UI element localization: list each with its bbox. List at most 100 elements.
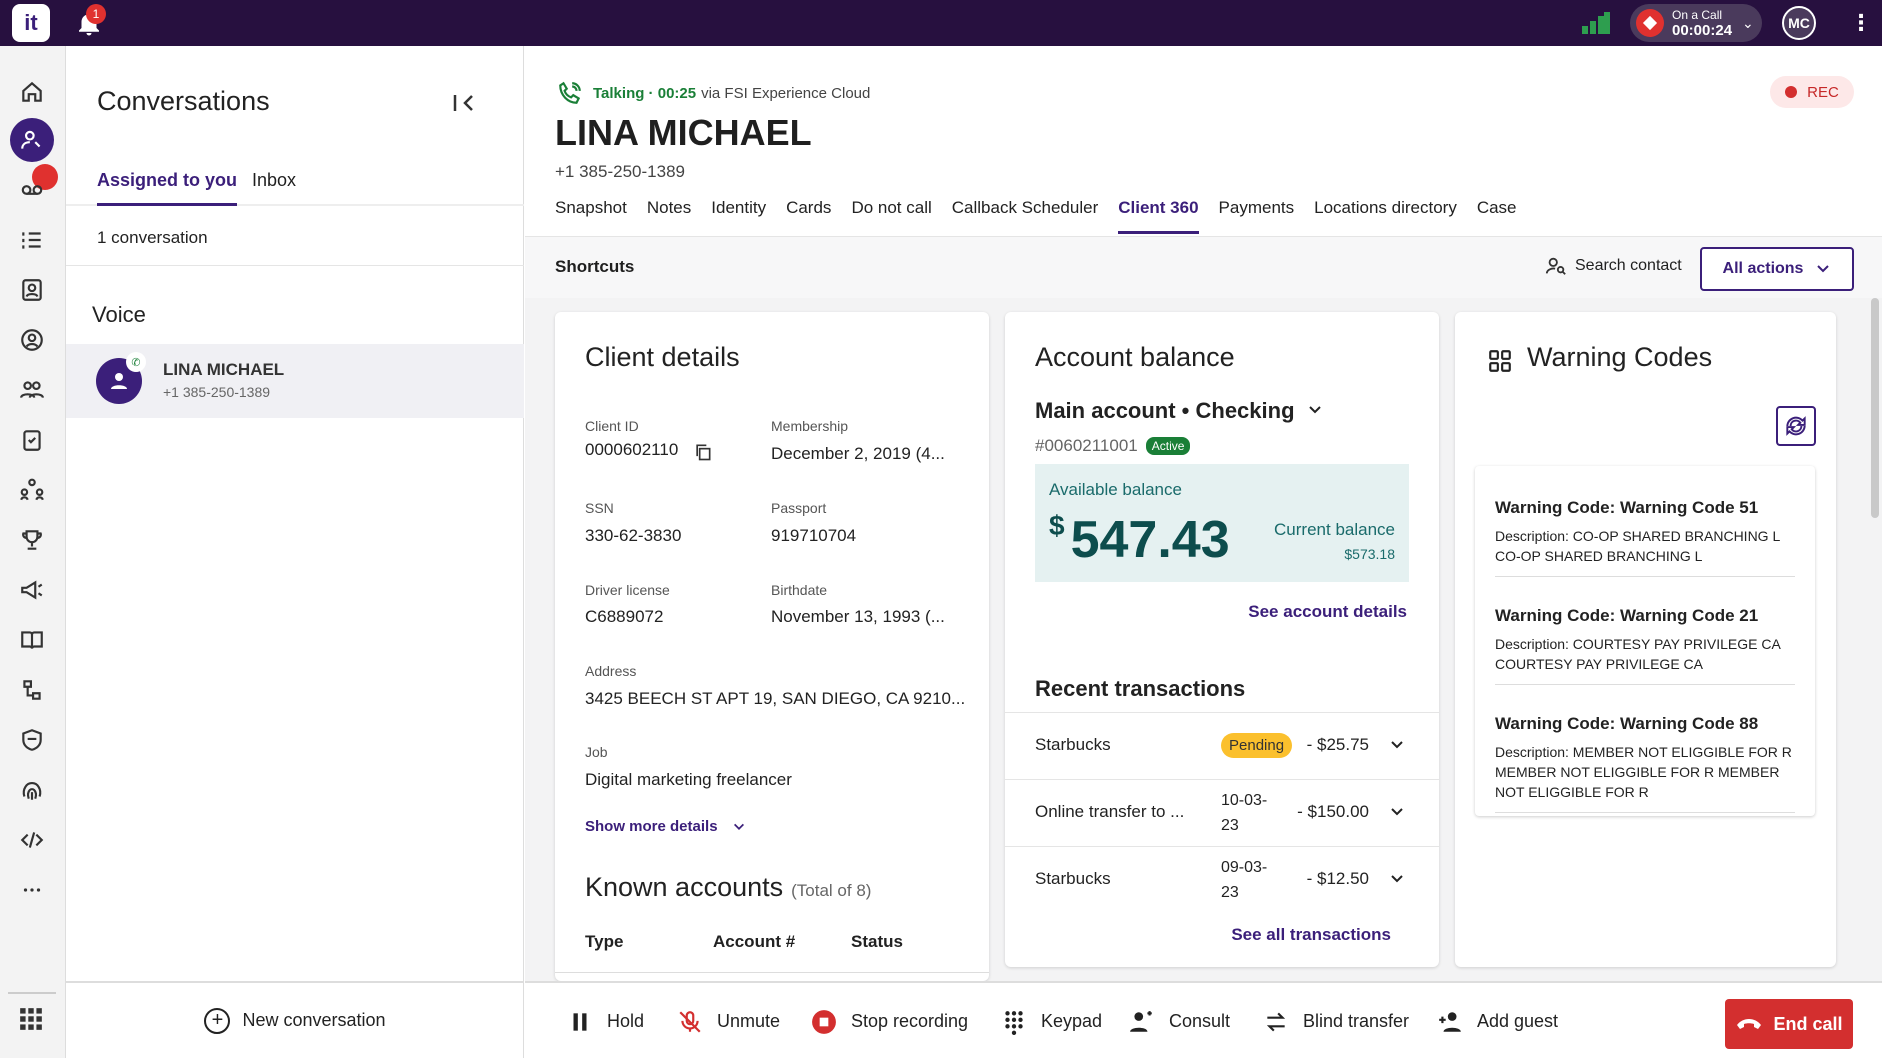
transaction-date: 10-03-23 — [1221, 792, 1268, 834]
chevron-down-icon[interactable] — [1389, 804, 1405, 820]
apps-grid-icon[interactable] — [18, 1006, 44, 1032]
home-icon[interactable] — [10, 70, 54, 114]
tab-identity[interactable]: Identity — [711, 198, 766, 234]
current-balance-value: $573.18 — [1344, 546, 1395, 562]
more-horizontal-icon[interactable] — [10, 868, 54, 912]
notification-badge: 1 — [86, 4, 106, 24]
call-status: Talking · 00:25 via FSI Experience Cloud — [557, 80, 870, 106]
chevron-down-icon — [1308, 406, 1321, 414]
tab-snapshot[interactable]: Snapshot — [555, 198, 627, 234]
workflow-icon[interactable] — [10, 668, 54, 712]
search-contact-button[interactable]: Search contact — [1545, 255, 1682, 277]
collapse-panel-icon[interactable] — [452, 92, 478, 114]
refresh-button[interactable] — [1776, 406, 1816, 446]
org-chart-icon[interactable] — [10, 468, 54, 512]
transaction-amount: - $150.00 — [1297, 802, 1369, 821]
user-avatar[interactable]: MC — [1782, 6, 1816, 40]
tab-payments[interactable]: Payments — [1219, 198, 1295, 234]
microphone-off-icon — [679, 1010, 701, 1033]
tab-do-not-call[interactable]: Do not call — [851, 198, 931, 234]
transaction-row[interactable]: Starbucks 09-03-23 - $12.50 — [1005, 846, 1439, 913]
tab-inbox[interactable]: Inbox — [252, 170, 296, 206]
blind-transfer-button[interactable]: Blind transfer — [1263, 983, 1409, 1058]
see-all-transactions-link[interactable]: See all transactions — [1231, 925, 1391, 945]
more-menu-icon[interactable]: ⋮ — [1850, 6, 1872, 40]
consult-button[interactable]: Consult — [1129, 983, 1230, 1058]
rec-label: REC — [1807, 83, 1839, 101]
transaction-row[interactable]: Starbucks Pending - $25.75 — [1005, 712, 1439, 779]
unmute-button[interactable]: Unmute — [677, 983, 780, 1058]
tab-assigned-to-you[interactable]: Assigned to you — [97, 170, 238, 206]
tab-callback-scheduler[interactable]: Callback Scheduler — [952, 198, 1098, 234]
team-icon[interactable] — [10, 368, 54, 412]
all-actions-button[interactable]: All actions — [1700, 247, 1854, 291]
contact-name: LINA MICHAEL — [555, 112, 812, 153]
consult-icon — [1130, 1010, 1152, 1032]
megaphone-icon[interactable] — [10, 568, 54, 612]
tab-client-360[interactable]: Client 360 — [1118, 198, 1199, 234]
recording-badge: REC — [1770, 76, 1854, 108]
trophy-icon[interactable] — [10, 518, 54, 562]
membership-value: December 2, 2019 (4... — [771, 444, 945, 463]
chevron-down-icon[interactable] — [1389, 871, 1405, 887]
top-bar: it 1 On a Call 00:00:24 ⌄ MC ⋮ — [0, 0, 1882, 46]
job-label: Job — [585, 744, 608, 760]
main-panel: Talking · 00:25 via FSI Experience Cloud… — [525, 46, 1882, 1058]
keypad-label: Keypad — [1041, 1011, 1103, 1031]
conversations-icon[interactable] — [10, 118, 54, 162]
warning-code-description: Description: MEMBER NOT ELIGGIBLE FOR R … — [1495, 744, 1792, 800]
agent-icon[interactable] — [10, 318, 54, 362]
end-call-button[interactable]: End call — [1725, 999, 1853, 1049]
shield-icon[interactable] — [10, 718, 54, 762]
balance-box: Available balance $547.43 Current balanc… — [1035, 464, 1409, 582]
known-accounts-title: Known accounts (Total of 8) — [585, 872, 871, 903]
scrollbar[interactable] — [1871, 298, 1879, 518]
current-balance-label: Current balance — [1274, 520, 1395, 539]
conversations-title: Conversations — [97, 86, 270, 116]
tab-notes[interactable]: Notes — [647, 198, 691, 234]
warning-code-heading: Warning Code: Warning Code 21 — [1495, 606, 1759, 625]
tab-locations-directory[interactable]: Locations directory — [1314, 198, 1457, 234]
client-details-title: Client details — [585, 342, 740, 372]
voicemail-icon[interactable] — [10, 168, 54, 212]
app-logo[interactable]: it — [12, 4, 50, 42]
column-header-account: Account # — [713, 932, 796, 951]
search-contact-label: Search contact — [1575, 257, 1682, 274]
keypad-button[interactable]: Keypad — [1001, 983, 1102, 1058]
tab-case[interactable]: Case — [1477, 198, 1517, 234]
account-balance-card: Account balance Main account • Checking … — [1005, 312, 1439, 967]
new-conversation-label: New conversation — [242, 1010, 386, 1030]
transaction-row[interactable]: Online transfer to ... 10-03-23 - $150.0… — [1005, 779, 1439, 846]
client-id-label: Client ID — [585, 418, 639, 434]
add-guest-button[interactable]: Add guest — [1437, 983, 1558, 1058]
tab-cards[interactable]: Cards — [786, 198, 831, 234]
stop-recording-button[interactable]: Stop recording — [811, 983, 968, 1058]
account-selector[interactable]: Main account • Checking — [1035, 398, 1323, 424]
copy-icon[interactable] — [693, 442, 713, 462]
chevron-down-icon — [1817, 265, 1830, 273]
warning-codes-list: Warning Code: Warning Code 51 Descriptio… — [1475, 466, 1815, 816]
divider — [555, 972, 989, 973]
chevron-down-icon[interactable] — [1389, 737, 1405, 753]
show-more-details-link[interactable]: Show more details — [585, 818, 746, 835]
contacts-icon[interactable] — [10, 268, 54, 312]
hold-button[interactable]: Hold — [567, 983, 644, 1058]
phone-icon: ✆ — [126, 352, 146, 372]
call-timer: 00:00:24 — [1672, 21, 1733, 39]
new-conversation-button[interactable]: + New conversation — [204, 1007, 386, 1034]
book-icon[interactable] — [10, 618, 54, 662]
job-value: Digital marketing freelancer — [585, 770, 792, 789]
on-call-indicator[interactable]: On a Call 00:00:24 ⌄ — [1630, 4, 1762, 42]
transaction-amount: - $12.50 — [1306, 869, 1369, 888]
conversation-item[interactable]: ✆ LINA MICHAEL +1 385-250-1389 — [66, 344, 524, 418]
person-search-icon — [1545, 257, 1566, 275]
fingerprint-icon[interactable] — [10, 768, 54, 812]
see-account-details-link[interactable]: See account details — [1248, 602, 1407, 622]
available-balance-label: Available balance — [1049, 480, 1182, 499]
conversation-name: LINA MICHAEL — [163, 360, 285, 379]
birthdate-label: Birthdate — [771, 582, 828, 598]
conversations-panel: Conversations Assigned to you Inbox 1 co… — [66, 46, 524, 1058]
clipboard-icon[interactable] — [10, 418, 54, 462]
code-icon[interactable] — [10, 818, 54, 862]
list-icon[interactable] — [10, 218, 54, 262]
